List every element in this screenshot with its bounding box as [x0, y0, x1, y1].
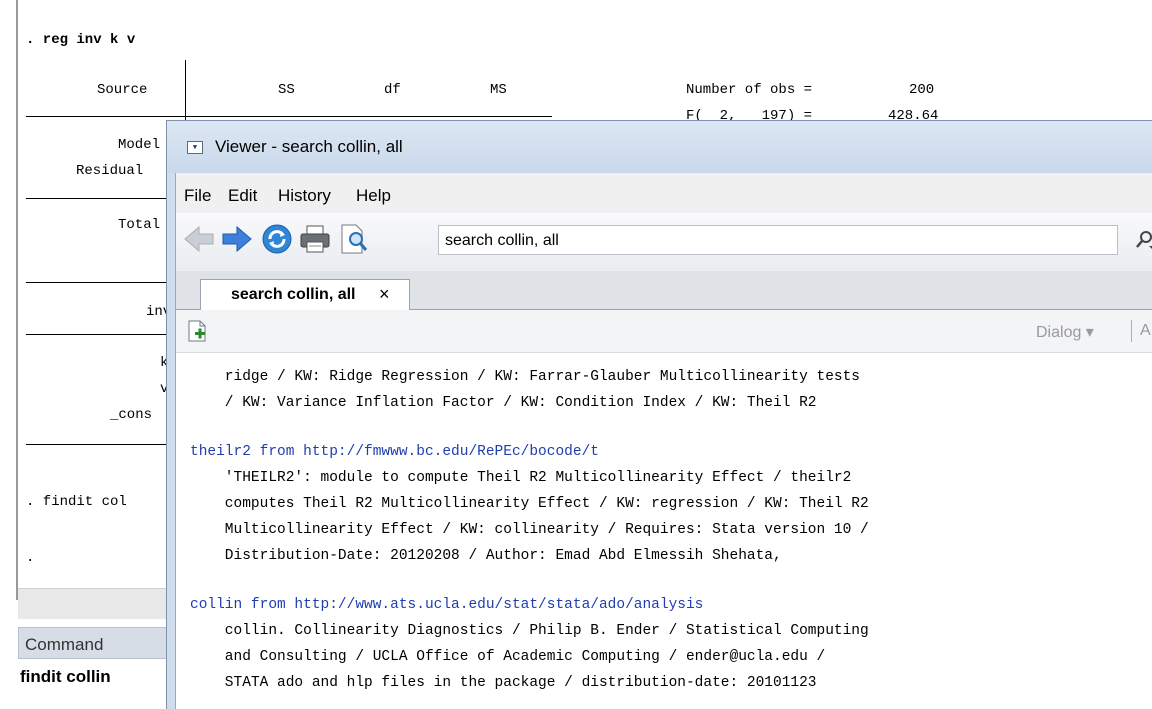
back-arrow-icon[interactable] [182, 222, 216, 256]
tab-label: search collin, all [231, 286, 356, 303]
content-line: STATA ado and hlp files in the package /… [190, 675, 817, 691]
content-line: Multicollinearity Effect / KW: collinear… [190, 522, 869, 538]
also-see-button[interactable]: A [1140, 322, 1151, 340]
viewer-title: Viewer - search collin, all [215, 137, 403, 156]
package-link-theilr2[interactable]: theilr2 from http://fmwww.bc.edu/RePEc/b… [190, 444, 599, 460]
col-header-source: Source [97, 82, 148, 98]
table-rule-4 [26, 334, 172, 335]
menu-edit[interactable]: Edit [228, 186, 257, 206]
results-prompt: . [26, 550, 35, 566]
menu-bar: File Edit History Help [176, 173, 1152, 213]
subbar-separator [1131, 320, 1132, 342]
content-line: / KW: Variance Inflation Factor / KW: Co… [190, 395, 817, 411]
refresh-icon[interactable] [260, 222, 294, 256]
command-history-item[interactable]: findit collin [20, 667, 111, 687]
nobs-value: 200 [909, 82, 935, 98]
content-line: 'THEILR2': module to compute Theil R2 Mu… [190, 470, 852, 486]
table-rule-1 [26, 116, 186, 117]
print-icon[interactable] [298, 222, 332, 256]
forward-arrow-icon[interactable] [220, 222, 254, 256]
viewer-toolbar: search collin, all [176, 213, 1152, 271]
command-panel-title: Command [18, 627, 178, 659]
table-rule-2 [26, 198, 172, 199]
row-model: Model [118, 137, 161, 153]
menu-file[interactable]: File [184, 186, 211, 206]
new-tab-icon[interactable] [186, 319, 208, 343]
content-line: computes Theil R2 Multicollinearity Effe… [190, 496, 869, 512]
menu-history[interactable]: History [278, 186, 331, 206]
reg-command-line: . reg inv k v [26, 32, 136, 48]
content-line: and Consulting / UCLA Office of Academic… [190, 649, 826, 665]
viewer-content: ridge / KW: Ridge Regression / KW: Farra… [176, 353, 1152, 709]
col-header-ms: MS [490, 82, 507, 98]
row-residual: Residual [76, 163, 144, 179]
table-rule-3 [26, 282, 172, 283]
col-header-df: df [384, 82, 401, 98]
viewer-window: ▼ Viewer - search collin, all File Edit … [166, 120, 1152, 709]
menu-help[interactable]: Help [356, 186, 391, 206]
nobs-label: Number of obs = [686, 82, 813, 98]
col-header-ss: SS [278, 82, 295, 98]
tab-search-collin[interactable]: search collin, all × [200, 279, 410, 310]
content-line: Distribution-Date: 20120208 / Author: Em… [190, 548, 782, 564]
findit-command-line: . findit col [26, 494, 127, 510]
table-rule-5 [26, 444, 172, 445]
table-vrule [185, 60, 186, 124]
viewer-app-icon[interactable]: ▼ [187, 141, 203, 154]
content-line: ridge / KW: Ridge Regression / KW: Farra… [190, 369, 861, 385]
command-input-strip[interactable] [18, 588, 178, 619]
dialog-dropdown-button[interactable]: Dialog ▾ [1036, 322, 1094, 342]
content-line: collin. Collinearity Diagnostics / Phili… [190, 623, 869, 639]
row-cons: _cons [110, 407, 153, 423]
command-address-input[interactable]: search collin, all [438, 225, 1118, 255]
find-in-page-icon[interactable] [336, 222, 370, 256]
search-icon[interactable] [1134, 229, 1152, 251]
viewer-subbar: Dialog ▾ A [176, 310, 1152, 353]
viewer-titlebar[interactable]: ▼ Viewer - search collin, all [167, 121, 1152, 173]
table-rule-1b [186, 116, 552, 117]
viewer-client-area: File Edit History Help search collin, al… [175, 173, 1152, 709]
package-link-collin[interactable]: collin from http://www.ats.ucla.edu/stat… [190, 597, 703, 613]
tab-close-icon[interactable]: × [379, 284, 390, 305]
row-total: Total [118, 217, 161, 233]
tab-strip: search collin, all × [176, 271, 1152, 310]
results-left-border [16, 0, 18, 600]
